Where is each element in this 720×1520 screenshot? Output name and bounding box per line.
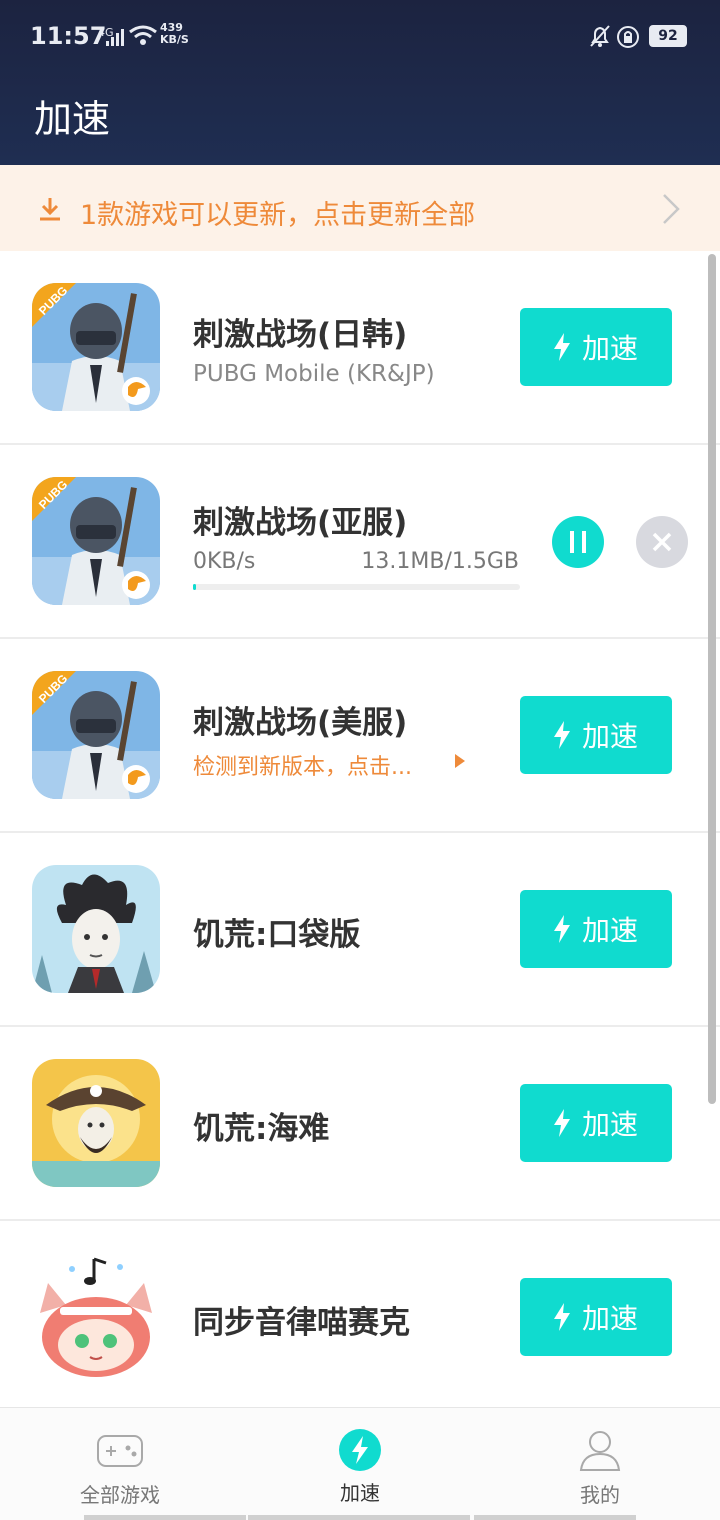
network-speed-unit: KB/S	[160, 33, 189, 46]
game-title: 刺激战场(亚服)	[193, 505, 408, 541]
muse-dash-cat-icon[interactable]	[32, 1253, 160, 1381]
bolt-icon	[553, 915, 570, 943]
home-indicator	[474, 1515, 636, 1520]
wifi-icon	[129, 25, 157, 45]
boost-button-label: 加速	[581, 1302, 638, 1335]
game-subtitle: PUBG Mobile (KR&JP)	[193, 361, 435, 387]
home-indicator	[248, 1515, 470, 1520]
nav-item-boost[interactable]: 加速	[240, 1408, 480, 1520]
pause-icon	[570, 531, 586, 553]
user-icon	[579, 1431, 621, 1471]
download-progress-fill	[193, 584, 196, 590]
dont-starve-icon[interactable]	[32, 865, 160, 993]
rotation-lock-icon	[617, 26, 639, 48]
pubg-icon[interactable]: PUBG	[32, 477, 160, 605]
bolt-icon	[553, 333, 570, 361]
status-bar: 11:57 4G 439 KB/S 92	[0, 0, 720, 74]
boost-button-label: 加速	[581, 914, 638, 947]
pubg-icon[interactable]: PUBG	[32, 671, 160, 799]
list-item[interactable]: PUBG 刺激战场(日韩) PUBG Mobile (KR&JP) 加速	[0, 251, 720, 445]
nav-item-all-games[interactable]: 全部游戏	[0, 1408, 240, 1520]
bottom-nav: 全部游戏 加速 我的	[0, 1407, 720, 1520]
game-title: 刺激战场(日韩)	[193, 317, 408, 353]
bell-muted-icon	[590, 25, 610, 47]
battery-indicator: 92	[649, 25, 687, 47]
list-item[interactable]: PUBG 刺激战场(亚服) 0KB/s 13.1MB/1.5GB	[0, 445, 720, 639]
bolt-icon	[553, 1109, 570, 1137]
list-item[interactable]: 饥荒:海难 加速	[0, 1027, 720, 1221]
chevron-right-icon[interactable]	[660, 192, 682, 226]
game-title: 饥荒:海难	[193, 1111, 330, 1147]
download-progress	[193, 584, 520, 590]
boost-button[interactable]: 加速	[520, 1084, 672, 1162]
bolt-icon	[553, 1303, 570, 1331]
bolt-icon	[553, 721, 570, 749]
nav-label: 我的	[580, 1483, 620, 1507]
nav-item-mine[interactable]: 我的	[480, 1408, 720, 1520]
cancel-download-button[interactable]	[636, 516, 688, 568]
download-icon	[40, 198, 60, 221]
dont-starve-shipwrecked-icon[interactable]	[32, 1059, 160, 1187]
boost-button-label: 加速	[581, 332, 638, 365]
list-item[interactable]: PUBG 刺激战场(美服) 检测到新版本，点击... 加速	[0, 639, 720, 833]
page-title: 加速	[34, 97, 111, 141]
play-triangle-icon	[455, 754, 465, 768]
download-size: 13.1MB/1.5GB	[361, 549, 519, 574]
pubg-icon[interactable]: PUBG	[32, 283, 160, 411]
update-banner-text: 1款游戏可以更新，点击更新全部	[80, 200, 476, 231]
pause-button[interactable]	[552, 516, 604, 568]
app-header: 11:57 4G 439 KB/S 92 加速	[0, 0, 720, 165]
boost-button[interactable]: 加速	[520, 1278, 672, 1356]
game-list[interactable]: PUBG 刺激战场(日韩) PUBG Mobile (KR&JP) 加速 PUB…	[0, 251, 720, 1407]
list-item[interactable]: 同步音律喵赛克 加速	[0, 1221, 720, 1407]
bolt-circle-icon	[339, 1429, 381, 1471]
boost-button[interactable]: 加速	[520, 890, 672, 968]
game-title: 同步音律喵赛克	[193, 1305, 410, 1341]
game-title: 刺激战场(美服)	[193, 705, 408, 741]
nav-label: 加速	[340, 1481, 380, 1505]
list-scrollbar[interactable]	[708, 254, 716, 1104]
update-hint-link[interactable]: 检测到新版本，点击...	[193, 749, 412, 781]
boost-button[interactable]: 加速	[520, 308, 672, 386]
network-speed: 439 KB/S	[160, 22, 189, 46]
boost-button-label: 加速	[581, 1108, 638, 1141]
boost-button[interactable]: 加速	[520, 696, 672, 774]
download-speed: 0KB/s	[193, 549, 256, 574]
boost-button-label: 加速	[581, 720, 638, 753]
gamepad-icon	[97, 1435, 143, 1467]
nav-label: 全部游戏	[80, 1483, 160, 1507]
close-icon	[652, 532, 672, 552]
list-item[interactable]: 饥荒:口袋版 加速	[0, 833, 720, 1027]
status-time: 11:57	[30, 22, 107, 50]
signal-icon	[104, 26, 124, 46]
home-indicator	[84, 1515, 246, 1520]
game-title: 饥荒:口袋版	[193, 917, 361, 953]
